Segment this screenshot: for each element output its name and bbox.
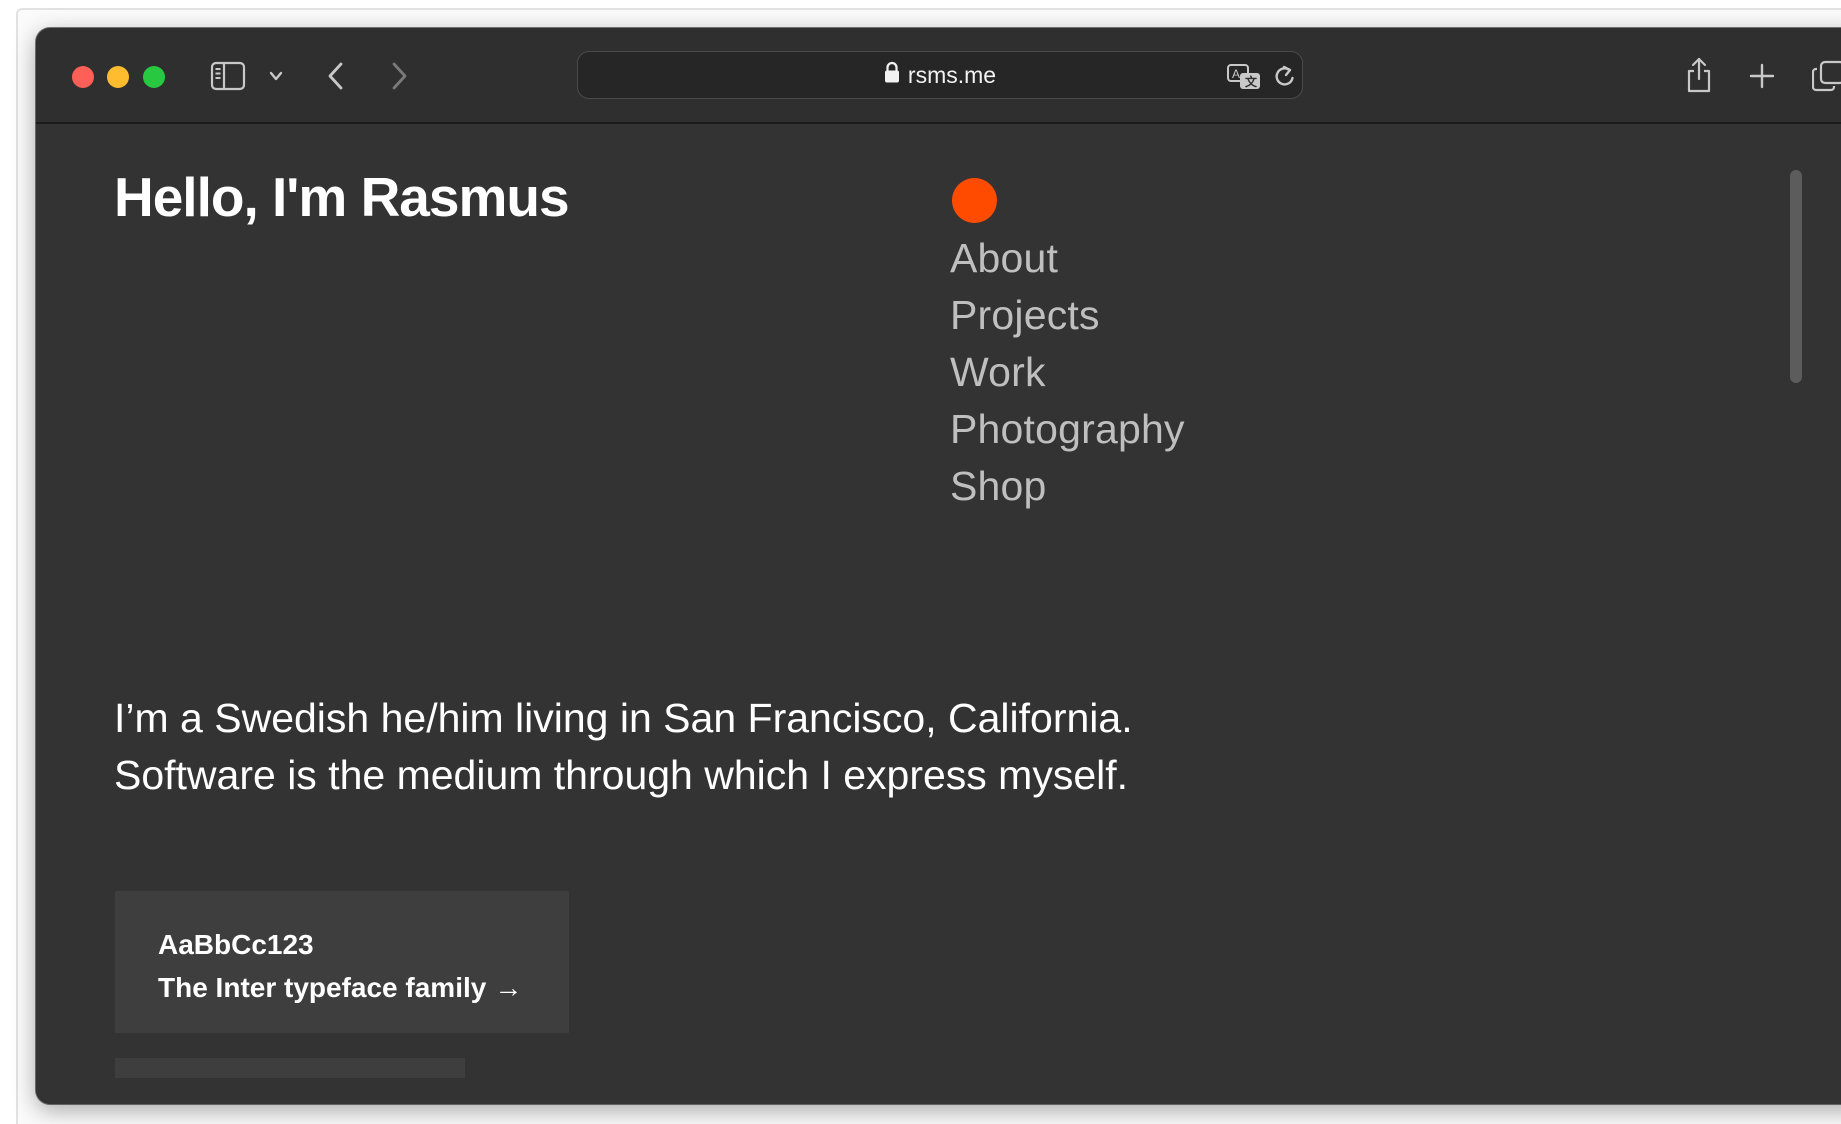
next-card[interactable] [115, 1058, 465, 1078]
page-title: Hello, I'm Rasmus [114, 166, 570, 228]
zoom-window-button[interactable] [143, 66, 165, 88]
intro-line-1: I’m a Swedish he/him living in San Franc… [114, 695, 1133, 741]
intro-text: I’m a Swedish he/him living in San Franc… [114, 690, 1133, 804]
main-nav: About Projects Work Photography Shop [950, 230, 1185, 515]
chevron-right-icon[interactable] [381, 58, 417, 94]
translate-icon[interactable]: A文 [1224, 61, 1264, 93]
sidebar-icon[interactable] [209, 58, 247, 94]
chevron-down-icon[interactable] [264, 64, 288, 88]
plus-icon[interactable] [1744, 58, 1780, 94]
card-link-label: The Inter typeface family [158, 972, 487, 1003]
arrow-right-icon: → [494, 972, 523, 1003]
svg-text:A: A [1232, 67, 1240, 81]
chevron-left-icon[interactable] [318, 58, 354, 94]
nav-item-shop[interactable]: Shop [950, 458, 1185, 515]
card-link[interactable]: The Inter typeface family → [158, 966, 569, 1009]
nav-item-about[interactable]: About [950, 230, 1185, 287]
lock-icon [884, 61, 900, 89]
logo-dot[interactable] [952, 178, 997, 223]
url-text: rsms.me [907, 61, 997, 88]
tabs-icon[interactable] [1810, 58, 1841, 94]
nav-item-projects[interactable]: Projects [950, 287, 1185, 344]
inter-typeface-card[interactable]: AaBbCc123 The Inter typeface family → [115, 891, 569, 1033]
card-sample-text: AaBbCc123 [158, 929, 314, 960]
svg-text:文: 文 [1245, 74, 1258, 89]
scrollbar-thumb[interactable] [1790, 170, 1802, 383]
reload-icon[interactable] [1270, 61, 1300, 93]
browser-toolbar: rsms.me A文 [36, 28, 1841, 124]
minimize-window-button[interactable] [107, 66, 129, 88]
address-bar[interactable]: rsms.me [577, 51, 1303, 99]
address-display: rsms.me [578, 52, 1302, 98]
close-window-button[interactable] [72, 66, 94, 88]
nav-item-photography[interactable]: Photography [950, 401, 1185, 458]
share-icon[interactable] [1679, 54, 1719, 96]
intro-line-2: Software is the medium through which I e… [114, 752, 1129, 798]
nav-item-work[interactable]: Work [950, 344, 1185, 401]
